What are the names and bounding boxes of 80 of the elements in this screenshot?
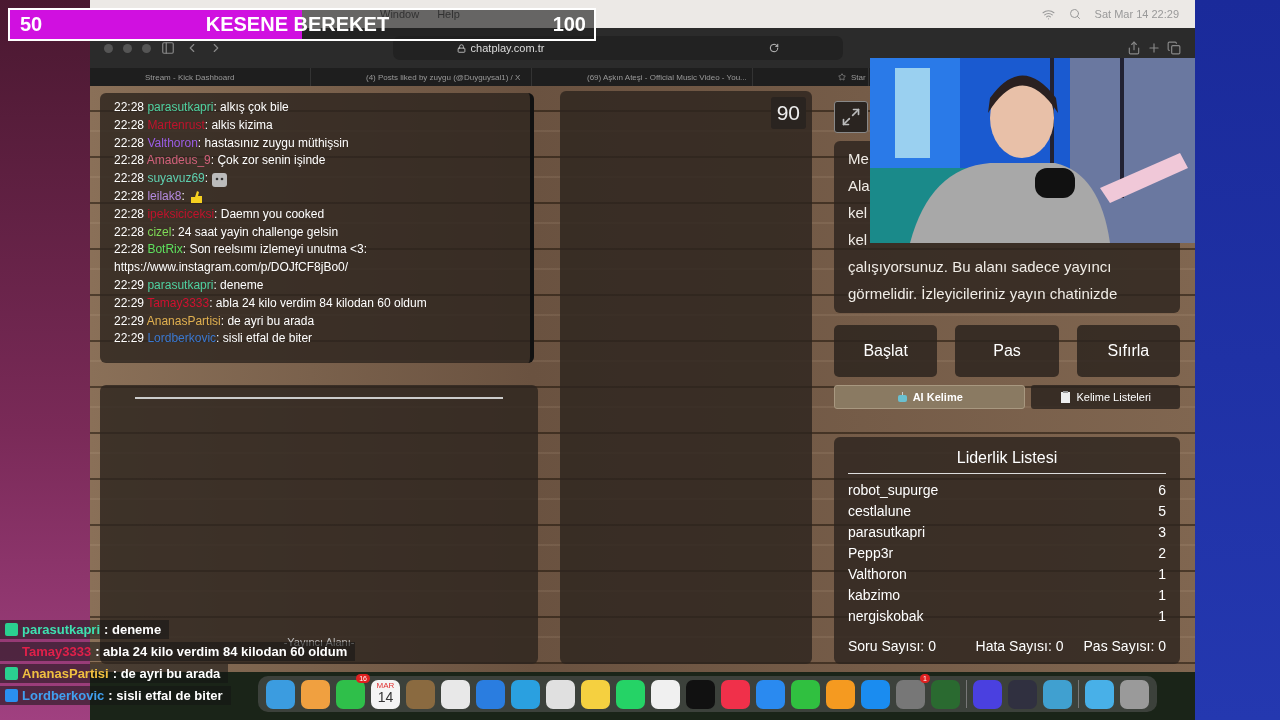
goal-end: 100 <box>552 13 586 36</box>
info-text: kel <box>848 230 869 250</box>
app-icon[interactable] <box>1120 679 1149 709</box>
lock-icon <box>456 43 466 53</box>
sidebar-icon[interactable] <box>161 41 175 55</box>
new-tab-icon[interactable] <box>1147 41 1161 55</box>
badge-icon <box>5 689 18 702</box>
player-score: 1 <box>1158 565 1166 584</box>
app-icon[interactable] <box>336 679 365 709</box>
app-icon[interactable] <box>651 679 680 709</box>
chat-message: 22:29 AnanasPartisi: de ayri bu arada <box>114 312 316 330</box>
chat-message: 22:28 cizel: 24 saat yayin challenge gelsin <box>114 223 340 241</box>
stat-text: Hata Sayısı: 0 <box>975 638 1064 654</box>
clipboard-icon <box>1060 391 1072 403</box>
chat-message: 22:28 Martenrust: alkis kizima <box>114 116 274 134</box>
stat-text: Pas Sayısı: 0 <box>1083 638 1166 654</box>
app-icon[interactable] <box>546 679 575 709</box>
leaderboard-title: Liderlik Listesi <box>848 449 1166 474</box>
player-name: Valthoron <box>848 565 907 584</box>
app-icon[interactable] <box>616 679 645 709</box>
tabs-icon[interactable] <box>1167 41 1181 55</box>
player-score: 2 <box>1158 544 1166 563</box>
player-name: cestlalune <box>848 502 912 521</box>
star-icon <box>838 73 846 81</box>
info-text: görmelidir. İzleyicileriniz yayın chatinizde <box>848 284 1119 304</box>
timer: 90 <box>770 97 806 129</box>
streamer-area-label: -Yayıncı Alanı- <box>283 636 355 648</box>
game-button[interactable]: Sıfırla <box>1076 325 1180 377</box>
tool-button[interactable]: Kelime Listeleri <box>1031 385 1180 409</box>
chat-message: 22:28 Amadeus_9: Çok zor senin işinde <box>114 152 327 170</box>
player-score: 6 <box>1158 481 1166 500</box>
tool-button[interactable]: AI Kelime <box>834 385 1026 409</box>
app-icon[interactable] <box>1085 679 1114 709</box>
menu-clock: Sat Mar 14 22:29 <box>1094 8 1179 20</box>
search-icon[interactable] <box>1068 8 1081 20</box>
wifi-icon[interactable] <box>1041 7 1055 21</box>
cat-emote-icon <box>211 170 229 188</box>
chat-message: 22:28 ipeksiciceksi: Daemn you cooked <box>114 205 326 223</box>
app-icon[interactable] <box>826 679 855 709</box>
player-name: robot_supurge <box>848 481 939 500</box>
badge-icon <box>5 667 18 680</box>
overlay-chat-message: AnanasPartisi : de ayri bu arada <box>0 664 229 683</box>
player-score: 5 <box>1158 502 1166 521</box>
badge-icon <box>5 623 18 636</box>
chat-message: 22:28 BotRix: Son reelsımı izlemeyi unutma <3: https://www.instagram.com/p/DOJfCF8jBo0/ <box>114 241 369 277</box>
player-score: 1 <box>1158 607 1166 626</box>
app-icon[interactable] <box>301 679 330 709</box>
chat-message: 22:28 Valthoron: hastasınız zuygu müthişsin <box>114 134 350 152</box>
fullscreen-button[interactable] <box>834 101 868 133</box>
chat-message: 22:28 leilak8: <box>114 188 516 206</box>
chat-message: 22:29 Lordberkovic: sisli etfal de biter <box>114 330 314 348</box>
chat-message: 22:28 suyavuz69: <box>114 170 516 188</box>
app-icon[interactable] <box>581 679 610 709</box>
stat-text: Soru Sayısı: 0 <box>848 638 936 654</box>
overlay-chat-message: parasutkapri : deneme <box>0 620 170 639</box>
info-text: çalışıyorsunuz. Bu alanı sadece yayıncı <box>848 257 1113 277</box>
info-text: Ala <box>848 176 871 196</box>
app-icon[interactable] <box>791 679 820 709</box>
player-name: kabzimo <box>848 586 901 605</box>
player-name: Pepp3r <box>848 544 894 563</box>
chat-message: 22:29 parasutkapri: deneme <box>114 276 265 294</box>
info-text: kel <box>848 203 869 223</box>
player-name: nergiskobak <box>848 607 924 626</box>
overlay-chat-message: Lordberkovic : sisli etfal de biter <box>0 686 231 705</box>
player-name: parasutkapri <box>848 523 926 542</box>
app-icon[interactable] <box>441 679 470 709</box>
chat-message: 22:28 parasutkapri: alkış çok bile <box>114 99 290 116</box>
player-score: 1 <box>1158 586 1166 605</box>
expand-icon <box>841 107 861 127</box>
info-text: Me <box>848 149 870 169</box>
address-field[interactable]: chatplay.com.tr <box>393 36 843 60</box>
share-icon[interactable] <box>1127 41 1141 55</box>
game-button[interactable]: Pas <box>955 325 1059 377</box>
goal-start: 50 <box>20 13 43 36</box>
reload-icon[interactable] <box>769 43 780 53</box>
robot-icon <box>896 391 908 403</box>
chat-message: 22:29 Tamay3333: abla 24 kilo verdim 84 kilodan 60 oldum <box>114 294 428 312</box>
player-score: 3 <box>1158 523 1166 542</box>
calendar-app[interactable]: MAR 14 <box>371 679 400 709</box>
game-button[interactable]: Başlat <box>834 325 938 377</box>
